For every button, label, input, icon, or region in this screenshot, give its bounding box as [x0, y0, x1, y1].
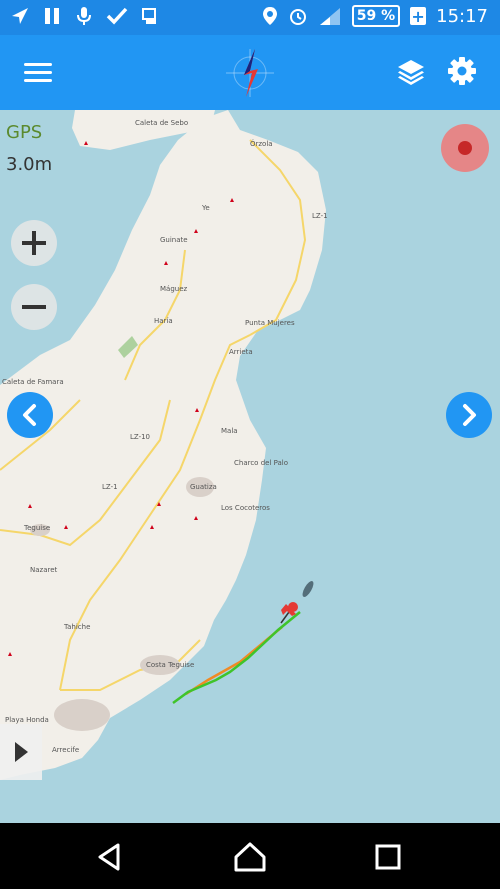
menu-icon-bar: [24, 79, 52, 82]
record-icon: [458, 141, 472, 155]
usb-icon: [142, 8, 156, 24]
microphone-icon: [77, 7, 91, 25]
map-label: Charco del Palo: [234, 459, 288, 467]
map-label: Haría: [154, 317, 173, 325]
map-label: Guinate: [160, 236, 188, 244]
map-label: Guatiza: [190, 483, 217, 491]
check-icon: [106, 7, 128, 25]
chevron-left-icon: [23, 404, 36, 426]
pause-icon: [45, 8, 59, 24]
gps-label: GPS: [6, 122, 43, 143]
minus-icon: [22, 305, 46, 309]
map-label: Nazaret: [30, 566, 58, 574]
battery-indicator: 59 %: [351, 5, 401, 27]
chevron-right-icon: [463, 404, 476, 426]
map-label: Los Cocoteros: [221, 504, 270, 512]
map-label: LZ-1: [102, 483, 118, 491]
system-indicators: 59 % + 15:17: [262, 5, 488, 27]
map-label: Punta Mujeres: [245, 319, 295, 327]
map-label: Ye: [201, 204, 210, 212]
map-label: Playa Honda: [5, 716, 49, 724]
map-label: Órzola: [250, 139, 273, 148]
recents-square-icon[interactable]: [370, 839, 406, 875]
plus-icon: [22, 231, 46, 255]
play-triangle-icon: [15, 742, 28, 762]
compass-logo-icon: [226, 49, 274, 97]
status-bar: 59 % + 15:17: [0, 0, 500, 35]
map-label: Costa Teguise: [146, 661, 194, 669]
map-view[interactable]: Caleta de Sebo Órzola Ye Guinate Máguez …: [0, 110, 500, 823]
app-bar: [0, 35, 500, 110]
charging-icon: +: [410, 6, 427, 26]
map-label: LZ-10: [130, 433, 150, 441]
system-navigation-bar: [0, 823, 500, 889]
menu-icon-bar: [24, 71, 52, 74]
zoom-in-button[interactable]: [11, 220, 57, 266]
gear-icon[interactable]: [446, 55, 478, 87]
notification-icons: [10, 6, 160, 26]
next-button[interactable]: [446, 392, 492, 438]
location-pin-icon: [262, 7, 277, 25]
navigation-arrow-icon: [12, 8, 28, 24]
map-label: Mala: [221, 427, 238, 435]
gps-accuracy: 3.0m: [6, 154, 53, 175]
clock: 15:17: [436, 5, 488, 27]
map-label: Arrieta: [229, 348, 253, 356]
alarm-icon: [289, 9, 306, 25]
map-label: Tahiche: [63, 623, 90, 631]
map-label: Arrecife: [52, 746, 79, 754]
record-button[interactable]: [441, 124, 489, 172]
zoom-out-button[interactable]: [11, 284, 57, 330]
map-label: Caleta de Famara: [2, 378, 64, 386]
signal-icon: [319, 8, 340, 25]
menu-icon: [24, 63, 52, 66]
map-label: Teguise: [23, 524, 50, 532]
home-icon[interactable]: [232, 839, 268, 875]
map-label: Caleta de Sebo: [135, 119, 188, 127]
map-label: Máguez: [160, 285, 188, 293]
back-triangle-icon[interactable]: [92, 839, 128, 875]
previous-button[interactable]: [7, 392, 53, 438]
drawer-toggle-button[interactable]: [0, 724, 42, 780]
menu-button[interactable]: [24, 63, 52, 83]
map-label: LZ-1: [312, 212, 328, 220]
map-canvas[interactable]: Caleta de Sebo Órzola Ye Guinate Máguez …: [0, 110, 500, 823]
layers-icon[interactable]: [396, 57, 426, 87]
